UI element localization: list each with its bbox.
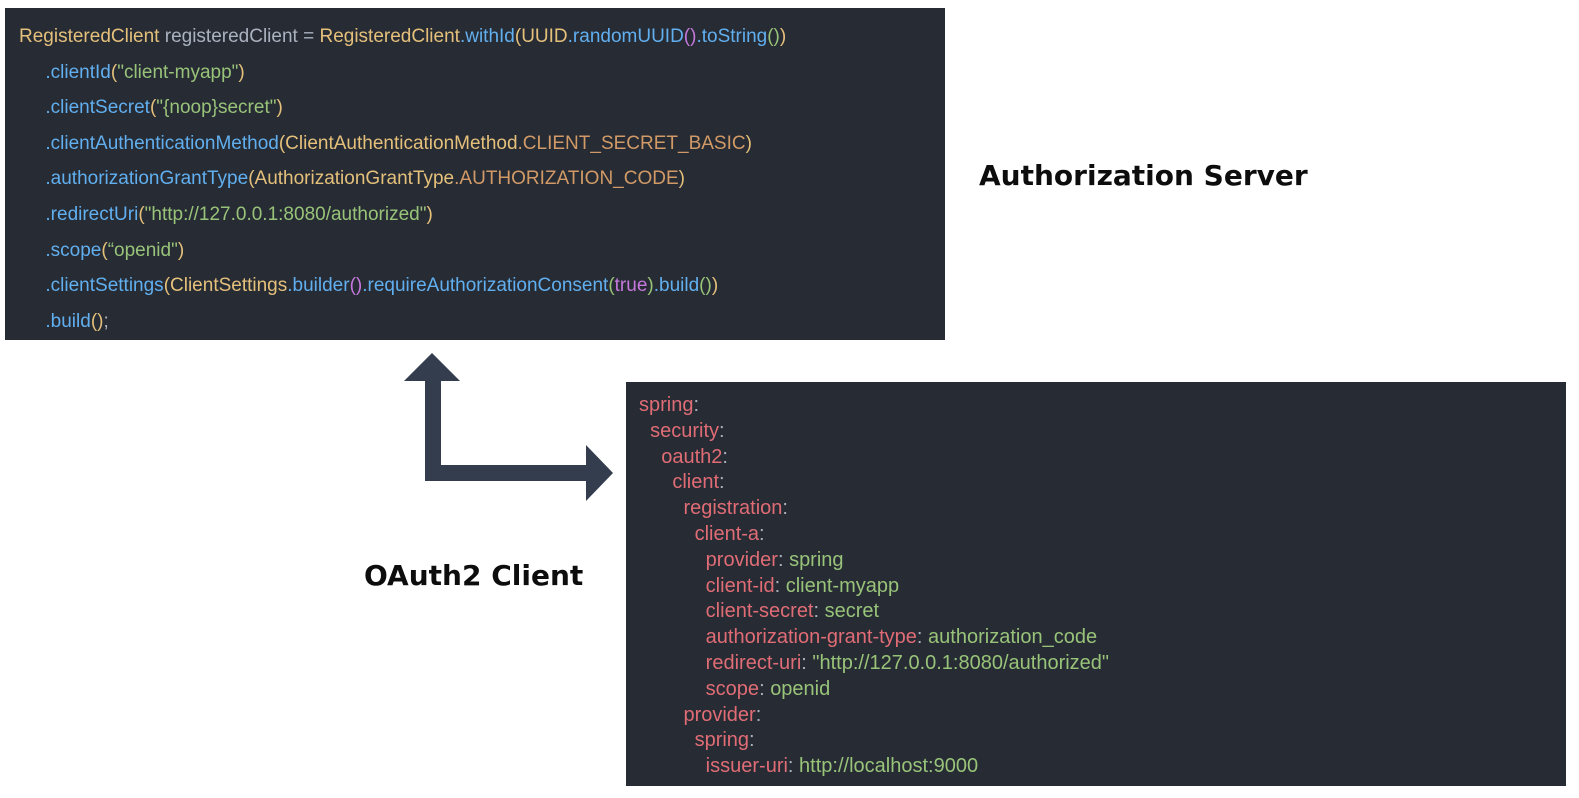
code-line: oauth2: <box>639 445 1566 471</box>
code-token: authorization-grant-type <box>639 626 917 649</box>
code-token: client-myapp <box>785 574 900 597</box>
code-token: redirect-uri <box>639 651 802 674</box>
code-token: : <box>782 497 788 520</box>
code-line: client-id: client-myapp <box>639 574 1566 600</box>
code-line: authorization-grant-type: authorization_… <box>639 625 1566 651</box>
code-token: : <box>759 522 765 545</box>
code-token: issuer-uri <box>639 755 788 778</box>
code-token: : <box>749 729 755 752</box>
code-line: client-a: <box>639 522 1566 548</box>
code-token: client-id <box>639 574 775 597</box>
code-token: client-a <box>639 522 760 545</box>
code-token: secret <box>824 600 880 623</box>
code-token: : <box>787 755 800 778</box>
code-token: : <box>777 548 790 571</box>
code-token: provider <box>639 548 778 571</box>
code-token: : <box>916 626 929 649</box>
code-token: security <box>639 419 720 442</box>
code-token: spring <box>639 729 750 752</box>
code-token: : <box>719 471 725 494</box>
arrow-shape <box>404 353 613 501</box>
code-line: client: <box>639 470 1566 496</box>
code-token: : <box>774 574 786 597</box>
code-line: scope: openid <box>639 677 1566 703</box>
oauth2-client-label: OAuth2 Client <box>364 559 584 592</box>
code-token: scope <box>639 677 760 700</box>
code-token: client <box>639 471 720 494</box>
code-token: spring <box>639 394 694 416</box>
code-line: spring: <box>639 393 1566 419</box>
code-line: client-secret: secret <box>639 599 1566 625</box>
yaml-config-block: spring: security: oauth2: client: regist… <box>626 382 1566 786</box>
code-line: security: <box>639 419 1566 445</box>
code-line: provider: <box>639 703 1566 729</box>
code-token: http://localhost:9000 <box>799 755 979 778</box>
code-line: issuer-uri: http://localhost:9000 <box>639 754 1566 780</box>
code-token: : <box>801 651 813 674</box>
code-token: provider <box>639 703 756 726</box>
code-line: redirect-uri: "http://127.0.0.1:8080/aut… <box>639 651 1566 677</box>
code-token: authorization_code <box>928 626 1098 649</box>
code-token: registration <box>639 497 783 520</box>
code-line: spring: <box>639 728 1566 754</box>
code-token: : <box>813 600 825 623</box>
code-line: provider: spring <box>639 548 1566 574</box>
code-line: registration: <box>639 496 1566 522</box>
code-token: : <box>759 677 771 700</box>
code-token: spring <box>789 548 844 571</box>
code-token: : <box>755 703 762 726</box>
code-token: oauth2 <box>639 445 723 468</box>
code-token: : <box>719 419 725 442</box>
code-token: "http://127.0.0.1:8080/authorized" <box>812 651 1110 674</box>
code-token: : <box>693 394 700 416</box>
code-token: openid <box>770 677 831 700</box>
code-token: : <box>722 445 728 468</box>
code-token: client-secret <box>639 600 814 623</box>
